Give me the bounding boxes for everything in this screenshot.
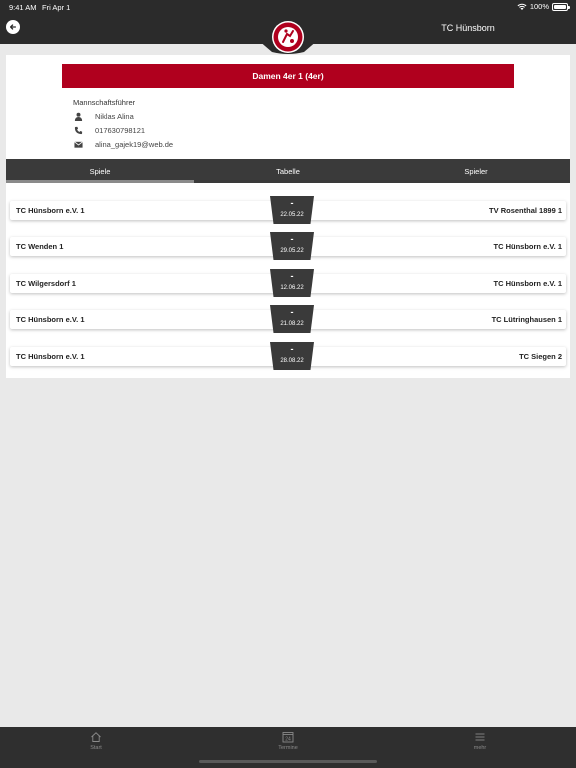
- captain-phone-row[interactable]: 017630798121: [73, 126, 145, 135]
- match-score: -: [290, 234, 294, 244]
- match-date: 12.06.22: [280, 285, 304, 291]
- match-row[interactable]: TC Hünsborn e.V. 1 - 28.08.22 TC Siegen …: [10, 342, 566, 370]
- calendar-icon: 24: [282, 732, 294, 743]
- captain-name-row: Niklas Alina: [73, 112, 134, 121]
- away-team: TC Hünsborn e.V. 1: [493, 242, 563, 251]
- nav-start-label: Start: [90, 745, 102, 751]
- score-box: - 22.05.22: [270, 196, 314, 224]
- captain-phone[interactable]: 017630798121: [95, 126, 145, 135]
- person-icon: [73, 112, 83, 121]
- match-row[interactable]: TC Wilgersdorf 1 - 12.06.22 TC Hünsborn …: [10, 269, 566, 297]
- nav-termine-label: Termine: [278, 745, 298, 751]
- home-team: TC Hünsborn e.V. 1: [16, 206, 85, 215]
- away-team: TC Siegen 2: [519, 352, 562, 361]
- match-score: -: [290, 344, 294, 354]
- calendar-badge: 24: [285, 737, 291, 743]
- menu-icon: [475, 733, 485, 741]
- captain-email[interactable]: alina_gajek19@web.de: [95, 140, 173, 149]
- tab-tabelle[interactable]: Tabelle: [194, 159, 382, 183]
- score-box: - 12.06.22: [270, 269, 314, 297]
- home-icon: [91, 732, 101, 742]
- captain-name: Niklas Alina: [95, 112, 134, 121]
- nav-termine[interactable]: 24 Termine: [258, 731, 318, 751]
- captain-label: Mannschaftsführer: [73, 98, 136, 107]
- match-row[interactable]: TC Wenden 1 - 29.05.22 TC Hünsborn e.V. …: [10, 232, 566, 260]
- club-logo: [272, 21, 304, 53]
- away-team: TC Hünsborn e.V. 1: [493, 279, 563, 288]
- nav-mehr-label: mehr: [473, 745, 487, 751]
- nav-mehr[interactable]: mehr: [450, 731, 510, 751]
- match-score: -: [290, 307, 294, 317]
- team-banner: Damen 4er 1 (4er): [62, 64, 514, 88]
- status-right: 100%: [517, 2, 570, 11]
- home-indicator: [199, 760, 377, 763]
- phone-icon: [73, 126, 83, 135]
- match-row[interactable]: TC Hünsborn e.V. 1 - 22.05.22 TV Rosenth…: [10, 196, 566, 224]
- match-row[interactable]: TC Hünsborn e.V. 1 - 21.08.22 TC Lütring…: [10, 305, 566, 333]
- tab-spieler[interactable]: Spieler: [382, 159, 570, 183]
- back-button[interactable]: [6, 20, 20, 34]
- header-title: TC Hünsborn: [441, 23, 495, 33]
- home-team: TC Wenden 1: [16, 242, 64, 251]
- status-time: 9:41 AM: [9, 3, 37, 12]
- status-date: Fri Apr 1: [42, 3, 71, 12]
- captain-email-row[interactable]: alina_gajek19@web.de: [73, 140, 173, 149]
- battery-percent: 100%: [529, 2, 549, 11]
- home-team: TC Hünsborn e.V. 1: [16, 352, 85, 361]
- match-score: -: [290, 271, 294, 281]
- home-team: TC Wilgersdorf 1: [16, 279, 76, 288]
- battery-icon: [552, 2, 570, 11]
- tab-spiele[interactable]: Spiele: [6, 159, 194, 183]
- match-date: 28.08.22: [280, 358, 304, 364]
- tab-bar: Spiele Tabelle Spieler: [6, 159, 570, 183]
- match-date: 22.05.22: [280, 212, 304, 218]
- wifi-icon: [517, 3, 527, 10]
- score-box: - 28.08.22: [270, 342, 314, 370]
- match-date: 29.05.22: [280, 248, 304, 254]
- match-date: 21.08.22: [280, 321, 304, 327]
- match-score: -: [290, 198, 294, 208]
- nav-start[interactable]: Start: [66, 731, 126, 751]
- away-team: TC Lütringhausen 1: [491, 315, 562, 324]
- status-bar: 9:41 AM Fri Apr 1 100%: [0, 0, 576, 14]
- home-team: TC Hünsborn e.V. 1: [16, 315, 85, 324]
- score-box: - 29.05.22: [270, 232, 314, 260]
- envelope-icon: [73, 140, 83, 149]
- arrow-left-icon: [9, 24, 17, 30]
- away-team: TV Rosenthal 1899 1: [489, 206, 562, 215]
- team-card: Damen 4er 1 (4er) Mannschaftsführer Nikl…: [6, 55, 570, 378]
- score-box: - 21.08.22: [270, 305, 314, 333]
